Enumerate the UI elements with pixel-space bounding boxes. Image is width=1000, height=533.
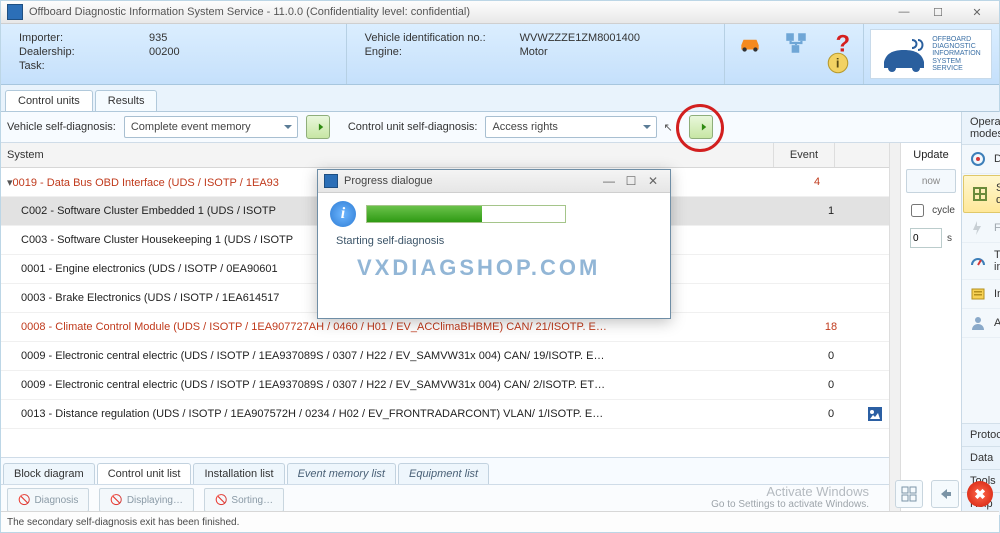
cycle-checkbox[interactable]	[911, 204, 924, 217]
dialog-minimize-button[interactable]: —	[598, 174, 620, 188]
table-row[interactable]: 0013 - Distance regulation (UDS / ISOTP …	[1, 400, 889, 429]
tab-results[interactable]: Results	[95, 90, 158, 111]
operating-modes-header[interactable]: Operating modes«	[962, 112, 1000, 145]
row-status-icon	[861, 407, 889, 421]
dialog-message: Starting self-diagnosis	[336, 235, 658, 247]
vehicle-selfdiag-label: Vehicle self-diagnosis:	[7, 121, 116, 133]
minimize-button[interactable]: —	[887, 1, 921, 23]
displaying-button[interactable]: 🚫Displaying…	[99, 488, 194, 512]
btab-event-memory-list[interactable]: Event memory list	[287, 463, 396, 484]
brand-line: SYSTEM	[932, 58, 980, 65]
cycle-unit: s	[947, 233, 952, 244]
window-titlebar: Offboard Diagnostic Information System S…	[1, 1, 999, 24]
status-bar: The secondary self-diagnosis exit has be…	[1, 511, 999, 532]
row-system-text: 0013 - Distance regulation (UDS / ISOTP …	[1, 408, 801, 420]
cu-selfdiag-go-button[interactable]	[689, 115, 713, 139]
row-event-count: 0	[801, 350, 861, 362]
importer-label: Importer:	[19, 32, 149, 44]
dialog-maximize-button[interactable]: ☐	[620, 174, 642, 188]
exit-button[interactable]: ✖	[967, 481, 993, 507]
dealership-value: 00200	[149, 46, 180, 58]
vehicle-selfdiag-dropdown[interactable]: Complete event memory	[124, 116, 298, 138]
cursor-icon: ↖	[663, 121, 672, 134]
dialog-close-button[interactable]: ✕	[642, 174, 664, 188]
brand-line: DIAGNOSTIC	[932, 43, 980, 50]
row-event-count: 18	[801, 321, 861, 333]
corner-buttons: ✖	[895, 480, 993, 508]
window-title: Offboard Diagnostic Information System S…	[29, 6, 470, 18]
progress-dialog: Progress dialogue — ☐ ✕ i Starting self-…	[317, 169, 671, 319]
table-row[interactable]: 0009 - Electronic central electric (UDS …	[1, 342, 889, 371]
diagnosis-button[interactable]: 🚫Diagnosis	[7, 488, 89, 512]
info-icon: i	[330, 201, 356, 227]
row-event-count: 0	[801, 379, 861, 391]
engine-label: Engine:	[365, 46, 520, 58]
btab-cu-list[interactable]: Control unit list	[97, 463, 192, 484]
btab-equipment-list[interactable]: Equipment list	[398, 463, 489, 484]
sidebar-item-self-diagnosis[interactable]: Self-diagnosis	[963, 175, 1000, 213]
sidebar: Operating modes« Diagnosis Self-diagnosi…	[962, 112, 1000, 515]
vehicle-selfdiag-go-button[interactable]	[306, 115, 330, 139]
cu-selfdiag-dropdown[interactable]: Access rights	[485, 116, 657, 138]
dealership-label: Dealership:	[19, 46, 149, 58]
update-header: Update	[913, 149, 948, 161]
importer-value: 935	[149, 32, 167, 44]
row-system-text: 0009 - Electronic central electric (UDS …	[1, 379, 801, 391]
sidebar-section-protocol[interactable]: Protocol»	[962, 423, 1000, 446]
layout-icon-button[interactable]	[895, 480, 923, 508]
app-icon	[7, 4, 23, 20]
sorting-button[interactable]: 🚫Sorting…	[204, 488, 284, 512]
maximize-button[interactable]: ☐	[921, 1, 955, 23]
cycle-value-input[interactable]	[910, 228, 942, 248]
activate-windows-notice: Activate Windows Go to Settings to activ…	[711, 484, 869, 510]
cu-selfdiag-label: Control unit self-diagnosis:	[348, 121, 478, 133]
dialog-title: Progress dialogue	[344, 175, 433, 187]
sidebar-item-diagnosis[interactable]: Diagnosis	[962, 145, 1000, 174]
header-bar: Importer:935 Dealership:00200 Task: Vehi…	[1, 24, 999, 85]
cycle-label: cycle	[932, 205, 955, 216]
col-event[interactable]: Event	[774, 143, 835, 167]
tab-control-units[interactable]: Control units	[5, 90, 93, 111]
main-tabstrip: Control units Results	[1, 85, 999, 112]
btab-installation-list[interactable]: Installation list	[193, 463, 284, 484]
table-row[interactable]: 0009 - Electronic central electric (UDS …	[1, 371, 889, 400]
brand-line: INFORMATION	[932, 50, 980, 57]
vehicle-icon[interactable]	[737, 30, 763, 59]
close-button[interactable]: ✕	[955, 1, 999, 23]
back-icon-button[interactable]	[931, 480, 959, 508]
network-icon[interactable]	[783, 30, 809, 59]
sidebar-section-data[interactable]: Data»	[962, 446, 1000, 469]
row-event-count: 4	[787, 176, 847, 188]
filter-row: Vehicle self-diagnosis: Complete event m…	[1, 112, 961, 143]
row-system-text: 0009 - Electronic central electric (UDS …	[1, 350, 801, 362]
brand-panel: OFFBOARD DIAGNOSTIC INFORMATION SYSTEM S…	[863, 24, 999, 84]
sidebar-item-flashing[interactable]: Flashing	[962, 214, 1000, 243]
grid-header: System Event	[1, 143, 889, 168]
vin-label: Vehicle identification no.:	[365, 32, 520, 44]
sidebar-item-admin[interactable]: Admin	[962, 309, 1000, 338]
dialog-icon	[324, 174, 338, 188]
car-stethoscope-icon	[882, 34, 928, 74]
btab-block-diagram[interactable]: Block diagram	[3, 463, 95, 484]
vin-value: WVWZZZE1ZM8001400	[520, 32, 640, 44]
sidebar-item-test-instruments[interactable]: Test instruments	[962, 243, 1000, 280]
bottom-tabstrip: Block diagram Control unit list Installa…	[1, 457, 889, 485]
info-globe-icon[interactable]: i	[825, 50, 851, 79]
svg-text:i: i	[836, 55, 840, 70]
vertical-scrollbar[interactable]	[889, 143, 900, 515]
brand-line: OFFBOARD	[932, 36, 980, 43]
engine-value: Motor	[520, 46, 548, 58]
update-column: Update now cycle s	[900, 143, 961, 515]
update-now-button[interactable]: now	[906, 169, 956, 193]
col-system[interactable]: System	[1, 143, 774, 167]
row-event-count: 1	[801, 205, 861, 217]
row-event-count: 0	[801, 408, 861, 420]
row-system-text: 0008 - Climate Control Module (UDS / ISO…	[1, 321, 801, 333]
task-label: Task:	[19, 60, 149, 72]
brand-line: SERVICE	[932, 65, 980, 72]
sidebar-item-info[interactable]: Info	[962, 280, 1000, 309]
progress-bar	[366, 205, 566, 223]
